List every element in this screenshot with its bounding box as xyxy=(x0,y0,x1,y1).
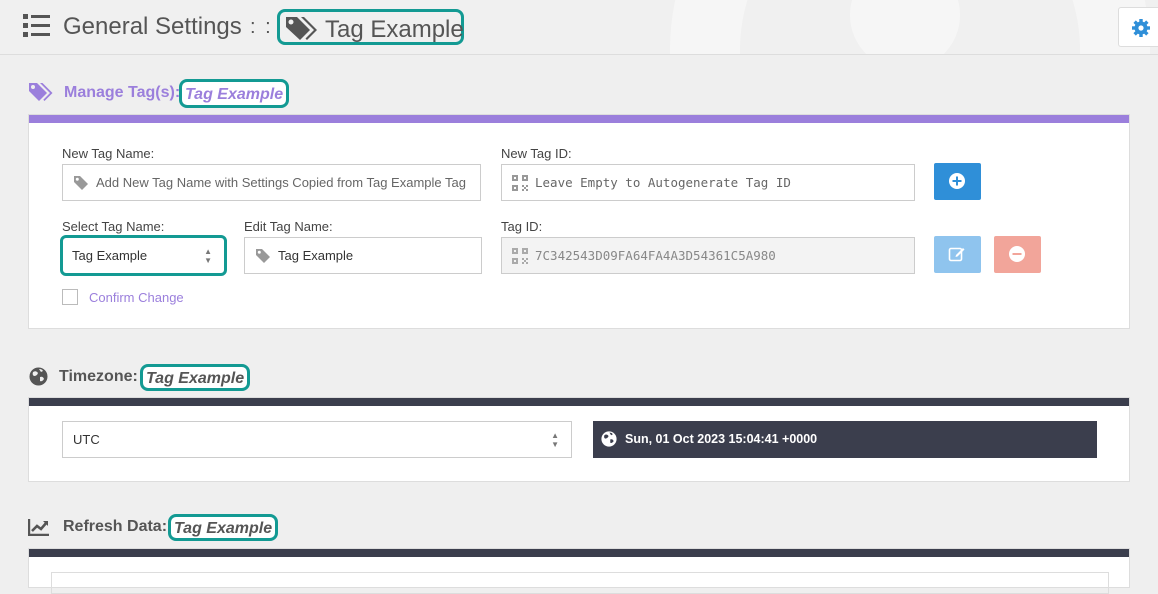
line-chart-icon xyxy=(28,519,49,536)
tags-icon xyxy=(286,17,317,40)
tag-icon xyxy=(74,176,88,190)
plus-circle-icon xyxy=(949,173,965,189)
manage-tags-title: Manage Tag(s): xyxy=(64,84,181,101)
refresh-data-tag-highlight: Tag Example xyxy=(168,514,279,541)
tag-icon xyxy=(256,249,270,263)
tag-id-label: Tag ID: xyxy=(501,219,543,234)
select-arrows-icon: ▲ ▼ xyxy=(551,431,559,449)
edit-tag-name-label: Edit Tag Name: xyxy=(244,219,333,234)
refresh-data-inner xyxy=(51,572,1109,594)
manage-tags-panel: New Tag Name: Add New Tag Name with Sett… xyxy=(28,114,1130,329)
select-arrows-icon: ▲ ▼ xyxy=(204,247,212,265)
manage-tags-tag-highlight: Tag Example xyxy=(179,79,290,108)
edit-tag-button[interactable] xyxy=(934,236,981,273)
select-tag-value: Tag Example xyxy=(72,248,148,263)
timezone-panel: UTC ▲ ▼ Sun, 01 Oct 2023 15:04:41 +0000 xyxy=(28,397,1130,482)
panel-accent-bar xyxy=(29,115,1129,123)
edit-tag-name-value: Tag Example xyxy=(278,248,354,263)
delete-tag-button[interactable] xyxy=(994,236,1041,273)
select-tag-dropdown[interactable]: Tag Example ▲ ▼ xyxy=(60,235,227,276)
confirm-change-label[interactable]: Confirm Change xyxy=(89,290,184,305)
gear-icon xyxy=(1132,19,1150,37)
tag-id-value: 7C342543D09FA64FA4A3D54361C5A980 xyxy=(535,248,776,263)
settings-button[interactable] xyxy=(1118,7,1158,47)
timezone-tag-highlight: Tag Example xyxy=(140,364,251,391)
breadcrumb-separator: : : xyxy=(250,16,273,38)
timezone-select-value: UTC xyxy=(73,432,100,447)
tag-id-field: 7C342543D09FA64FA4A3D54361C5A980 xyxy=(501,237,915,274)
qrcode-icon xyxy=(512,248,528,264)
new-tag-id-placeholder: Leave Empty to Autogenerate Tag ID xyxy=(535,175,791,190)
header-bar: General Settings : : Tag Example xyxy=(0,0,1158,55)
timezone-title: Timezone: xyxy=(59,368,138,385)
edit-tag-name-input[interactable]: Tag Example xyxy=(244,237,482,274)
breadcrumb-tag-label: Tag Example xyxy=(325,16,464,43)
page-title: General Settings xyxy=(63,13,242,40)
timezone-select[interactable]: UTC ▲ ▼ xyxy=(62,421,572,458)
current-time-text: Sun, 01 Oct 2023 15:04:41 +0000 xyxy=(625,432,818,446)
qrcode-icon xyxy=(512,175,528,191)
new-tag-name-placeholder: Add New Tag Name with Settings Copied fr… xyxy=(96,175,466,190)
select-tag-label: Select Tag Name: xyxy=(62,219,165,234)
edit-icon xyxy=(948,247,965,262)
new-tag-name-label: New Tag Name: xyxy=(62,146,155,161)
new-tag-name-input[interactable]: Add New Tag Name with Settings Copied fr… xyxy=(62,164,481,201)
confirm-change-checkbox[interactable] xyxy=(62,289,78,305)
new-tag-id-label: New Tag ID: xyxy=(501,146,572,161)
refresh-data-panel xyxy=(28,548,1130,594)
list-icon xyxy=(23,14,50,37)
globe-icon xyxy=(29,367,48,386)
add-tag-button[interactable] xyxy=(934,163,981,200)
globe-icon xyxy=(601,431,617,447)
new-tag-id-input[interactable]: Leave Empty to Autogenerate Tag ID xyxy=(501,164,915,201)
background-decoration xyxy=(850,0,960,54)
minus-circle-icon xyxy=(1009,246,1025,262)
panel-dark-bar xyxy=(29,549,1129,557)
refresh-data-title: Refresh Data: xyxy=(63,518,168,535)
breadcrumb-tag: Tag Example xyxy=(277,9,464,45)
tags-icon xyxy=(29,83,53,101)
current-time-display: Sun, 01 Oct 2023 15:04:41 +0000 xyxy=(593,421,1097,458)
panel-dark-bar xyxy=(29,398,1129,406)
